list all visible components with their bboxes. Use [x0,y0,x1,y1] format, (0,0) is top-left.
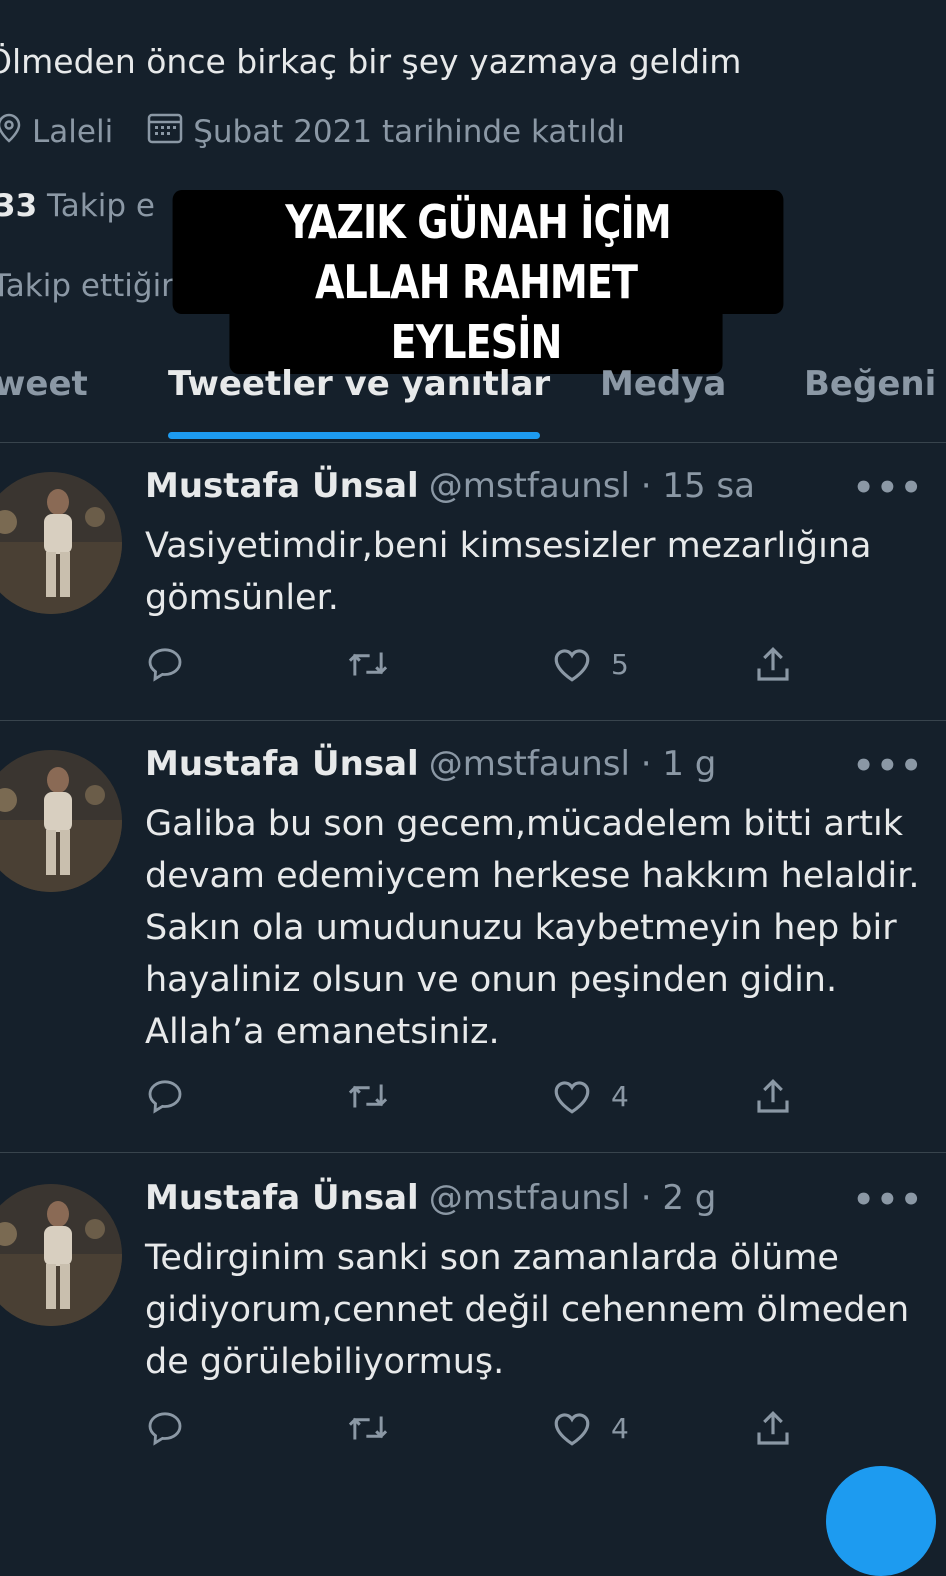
profile-bio: Ölmeden önce birkaç bir şey yazmaya geld… [0,42,742,81]
reply-icon [145,644,185,684]
reply-button[interactable] [145,1076,185,1116]
share-button[interactable] [751,1408,795,1450]
tweet-actions: 4 [145,1076,805,1120]
retweet-icon [345,644,391,684]
tab-tweets-and-replies[interactable]: Tweetler ve yanıtlar [168,364,550,404]
more-options-icon[interactable]: ••• [853,468,924,508]
avatar[interactable] [0,472,122,614]
joined-text: Şubat 2021 tarihinde katıldı [193,114,626,150]
retweet-button[interactable] [345,644,391,684]
tweet-text: Vasiyetimdir,beni kimsesizler mezarlığın… [145,526,872,618]
retweet-icon [345,1076,391,1116]
share-icon [751,644,795,686]
retweet-icon [345,1408,391,1448]
share-button[interactable] [751,644,795,686]
like-button[interactable]: 4 [551,1076,629,1116]
like-button[interactable]: 4 [551,1408,629,1448]
share-icon [751,1076,795,1118]
tweet[interactable]: Mustafa Ünsal @mstfaunsl · 1 g ••• Galiba… [0,720,946,1153]
profile-location: Laleli [0,113,113,151]
avatar[interactable] [0,1184,122,1326]
reply-icon [145,1408,185,1448]
author-name[interactable]: Mustafa Ünsal [145,466,419,506]
tweet[interactable]: Mustafa Ünsal @mstfaunsl · 15 sa ••• Vasi… [0,442,946,721]
tab-tweets[interactable]: weet [0,364,88,404]
tweet-text: Galiba bu son gecem,mücadelem bitti artı… [145,804,920,1052]
tweet[interactable]: Mustafa Ünsal @mstfaunsl · 2 g ••• Tedirg… [0,1152,946,1488]
like-count: 4 [611,1411,629,1445]
following-label: Takip e [47,188,155,224]
active-tab-indicator [168,432,540,439]
calendar-icon [147,112,193,152]
retweet-button[interactable] [345,1076,391,1116]
heart-icon [551,1076,593,1116]
following-link[interactable]: 33 Takip e [0,188,155,224]
author-handle: @mstfaunsl · 2 g [428,1178,717,1218]
reply-button[interactable] [145,644,185,684]
tweet-text: Tedirginim sanki son zamanlarda ölüme gi… [145,1238,910,1382]
tweet-header: Mustafa Ünsal @mstfaunsl · 2 g [145,1178,716,1218]
author-name[interactable]: Mustafa Ünsal [145,744,419,784]
tweet-header: Mustafa Ünsal @mstfaunsl · 15 sa [145,466,755,506]
author-name[interactable]: Mustafa Ünsal [145,1178,419,1218]
share-button[interactable] [751,1076,795,1118]
profile-meta: Laleli Şubat 2021 tarihinde katıldı [0,112,659,152]
reply-icon [145,1076,185,1116]
more-options-icon[interactable]: ••• [853,746,924,786]
tweet-header: Mustafa Ünsal @mstfaunsl · 1 g [145,744,716,784]
heart-icon [551,1408,593,1448]
following-count: 33 [0,188,38,224]
author-handle: @mstfaunsl · 1 g [428,744,717,784]
share-icon [751,1408,795,1450]
like-count: 5 [611,647,629,681]
avatar[interactable] [0,750,122,892]
like-count: 4 [611,1079,629,1113]
retweet-button[interactable] [345,1408,391,1448]
location-text: Laleli [32,114,114,150]
reply-button[interactable] [145,1408,185,1448]
tab-media[interactable]: Medya [600,364,726,404]
more-options-icon[interactable]: ••• [853,1180,924,1220]
compose-tweet-button[interactable] [826,1466,936,1576]
profile-joined: Şubat 2021 tarihinde katıldı [147,112,625,152]
tab-likes[interactable]: Beğeni [804,364,936,404]
location-pin-icon [0,113,32,151]
profile-tabs: weet Tweetler ve yanıtlar Medya Beğeni [0,352,946,443]
tweet-actions: 5 [145,644,805,688]
like-button[interactable]: 5 [551,644,629,684]
tweet-actions: 4 [145,1408,805,1452]
author-handle: @mstfaunsl · 15 sa [428,466,755,506]
heart-icon [551,644,593,684]
